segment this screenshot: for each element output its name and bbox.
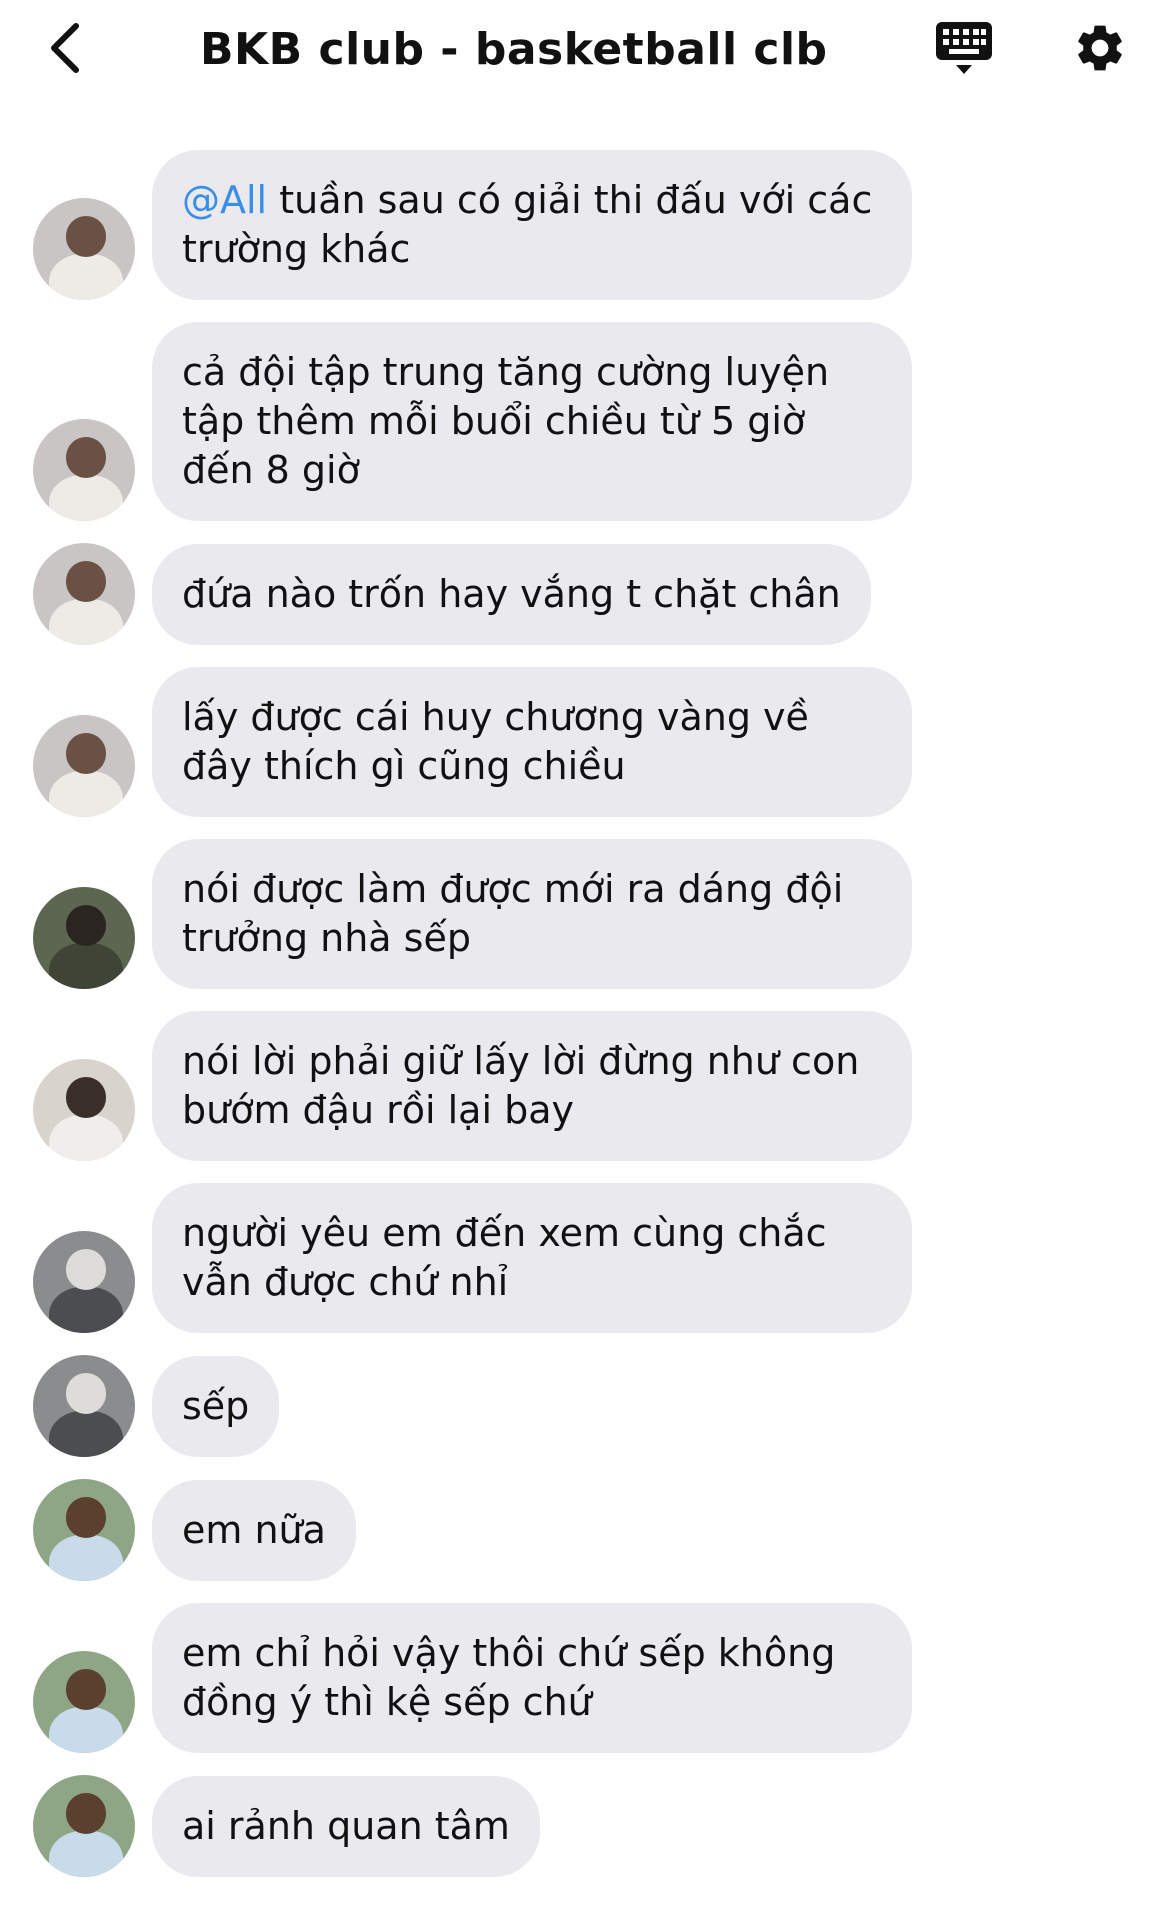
message-bubble[interactable]: lấy được cái huy chương vàng về đây thíc… [152,667,912,817]
message-list[interactable]: @All tuần sau có giải thi đấu với các tr… [0,150,1170,1899]
chevron-left-icon [48,22,82,78]
message-bubble[interactable]: sếp [152,1356,280,1457]
message-row: lấy được cái huy chương vàng về đây thíc… [0,667,1170,817]
message-row: cả đội tập trung tăng cường luyện tập th… [0,322,1170,521]
message-row: @All tuần sau có giải thi đấu với các tr… [0,150,1170,300]
avatar[interactable] [33,419,135,521]
message-row: người yêu em đến xem cùng chắc vẫn được … [0,1183,1170,1333]
message-text: em nữa [182,1508,326,1552]
avatar[interactable] [33,1355,135,1457]
avatar[interactable] [33,1775,135,1877]
avatar[interactable] [33,715,135,817]
message-text: nói được làm được mới ra dáng đội trưởng… [182,867,844,960]
gear-icon [1072,20,1128,80]
avatar[interactable] [33,887,135,989]
message-bubble[interactable]: em nữa [152,1480,356,1581]
avatar[interactable] [33,1651,135,1753]
chat-title: BKB club - basketball clb [200,24,828,75]
message-text: em chỉ hỏi vậy thôi chứ sếp không đồng ý… [182,1631,836,1724]
message-text: sếp [182,1384,250,1428]
message-text: cả đội tập trung tăng cường luyện tập th… [182,350,830,492]
avatar[interactable] [33,1059,135,1161]
back-button[interactable] [40,18,90,82]
message-row: ai rảnh quan tâm [0,1775,1170,1877]
message-text: nói lời phải giữ lấy lời đừng như con bư… [182,1039,860,1132]
message-row: em chỉ hỏi vậy thôi chứ sếp không đồng ý… [0,1603,1170,1753]
message-row: nói lời phải giữ lấy lời đừng như con bư… [0,1011,1170,1161]
message-row: em nữa [0,1479,1170,1581]
keyboard-button[interactable] [932,18,996,82]
avatar[interactable] [33,543,135,645]
message-bubble[interactable]: nói được làm được mới ra dáng đội trưởng… [152,839,912,989]
message-text: lấy được cái huy chương vàng về đây thíc… [182,695,809,788]
message-bubble[interactable]: @All tuần sau có giải thi đấu với các tr… [152,150,912,300]
message-bubble[interactable]: ai rảnh quan tâm [152,1776,540,1877]
message-bubble[interactable]: người yêu em đến xem cùng chắc vẫn được … [152,1183,912,1333]
message-text: người yêu em đến xem cùng chắc vẫn được … [182,1211,827,1304]
mention-all[interactable]: @All [182,178,267,222]
avatar[interactable] [33,1231,135,1333]
keyboard-icon [935,20,993,80]
settings-button[interactable] [1068,18,1132,82]
chat-header: BKB club - basketball clb [0,0,1170,100]
message-text: ai rảnh quan tâm [182,1804,510,1848]
message-bubble[interactable]: cả đội tập trung tăng cường luyện tập th… [152,322,912,521]
message-bubble[interactable]: đứa nào trốn hay vắng t chặt chân [152,544,871,645]
avatar[interactable] [33,1479,135,1581]
message-row: nói được làm được mới ra dáng đội trưởng… [0,839,1170,989]
message-text: đứa nào trốn hay vắng t chặt chân [182,572,841,616]
message-text: tuần sau có giải thi đấu với các trường … [182,178,873,271]
message-bubble[interactable]: nói lời phải giữ lấy lời đừng như con bư… [152,1011,912,1161]
avatar[interactable] [33,198,135,300]
message-row: đứa nào trốn hay vắng t chặt chân [0,543,1170,645]
message-row: sếp [0,1355,1170,1457]
message-bubble[interactable]: em chỉ hỏi vậy thôi chứ sếp không đồng ý… [152,1603,912,1753]
